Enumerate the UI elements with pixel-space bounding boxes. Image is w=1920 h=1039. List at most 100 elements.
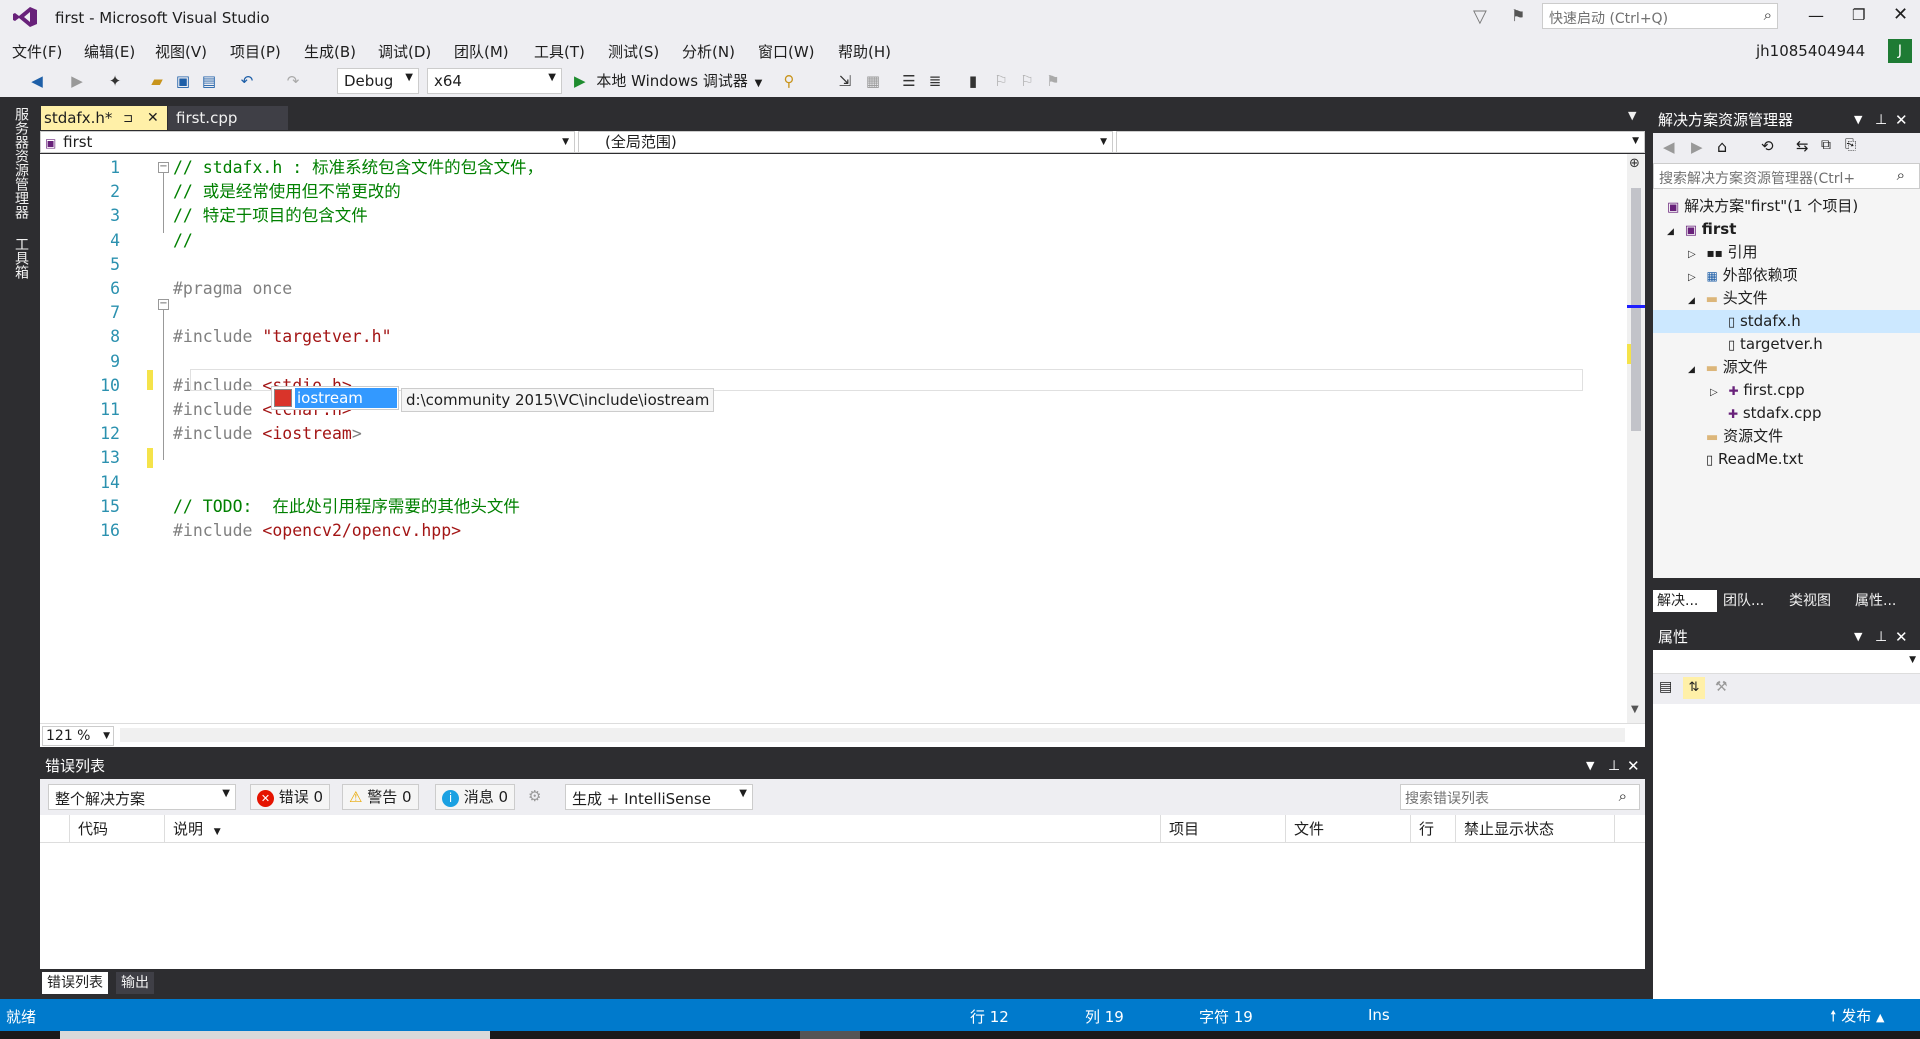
menu-debug[interactable]: 调试(D): [378, 41, 431, 62]
menu-help[interactable]: 帮助(H): [838, 41, 891, 62]
tree-resource-files[interactable]: ▬ 资源文件: [1706, 425, 1783, 448]
tree-stdafx-h[interactable]: ▯ stdafx.h: [1653, 310, 1920, 333]
tree-solution[interactable]: ▣ 解决方案"first"(1 个项目): [1667, 195, 1858, 218]
tree-readme[interactable]: ▯ ReadMe.txt: [1706, 448, 1803, 471]
scroll-thumb[interactable]: [1631, 188, 1641, 431]
next-bookmark-icon[interactable]: ⚐: [1016, 70, 1038, 92]
prev-bookmark-icon[interactable]: ⚐: [990, 70, 1012, 92]
tree-targetver-h[interactable]: ▯ targetver.h: [1728, 333, 1823, 356]
horizontal-scrollbar[interactable]: [120, 728, 1625, 742]
tree-source-files[interactable]: ◢ ▬ 源文件: [1688, 356, 1768, 379]
server-explorer-tab[interactable]: 服务器资源管理器: [11, 107, 29, 219]
save-icon[interactable]: ▣: [172, 70, 194, 92]
run-button[interactable]: ▶ 本地 Windows 调试器 ▼: [574, 70, 762, 92]
property-pages-icon[interactable]: ⚒: [1715, 679, 1728, 695]
sync-icon[interactable]: ⇆: [1796, 137, 1809, 155]
menu-project[interactable]: 项目(P): [230, 41, 281, 62]
project-dropdown[interactable]: ▣ first ▼: [40, 131, 575, 153]
config-select[interactable]: Debug ▼: [337, 68, 419, 94]
step-icon[interactable]: ⇲: [834, 70, 856, 92]
tab-stdafx-h[interactable]: stdafx.h* ⊐ ✕: [41, 106, 167, 130]
undo-icon[interactable]: ↶: [236, 70, 258, 92]
build-filter-select[interactable]: 生成 + IntelliSense ▼: [565, 784, 753, 810]
pin-icon[interactable]: ⊥: [1875, 107, 1887, 133]
column-description[interactable]: 说明 ▼: [165, 815, 1161, 843]
messages-filter-button[interactable]: i 消息 0: [435, 784, 516, 810]
column-suppression[interactable]: 禁止显示状态: [1456, 815, 1615, 843]
code-line[interactable]: // TODO: 在此处引用程序需要的其他头文件: [173, 495, 520, 519]
collapse-icon[interactable]: −: [158, 162, 169, 173]
redo-icon[interactable]: ↷: [282, 70, 304, 92]
pin-icon[interactable]: ⊥: [1875, 624, 1887, 650]
code-line[interactable]: #include "targetver.h": [173, 325, 392, 349]
tab-error-list[interactable]: 错误列表: [42, 972, 108, 994]
alphabetical-icon[interactable]: ⇅: [1683, 677, 1705, 699]
column-code[interactable]: 代码: [70, 815, 165, 843]
indent-icon[interactable]: ☰: [898, 70, 920, 92]
menu-file[interactable]: 文件(F): [12, 41, 62, 62]
forward-icon[interactable]: ▶: [66, 70, 88, 92]
minimize-button[interactable]: —: [1808, 6, 1824, 25]
menu-view[interactable]: 视图(V): [155, 41, 207, 62]
feedback-icon[interactable]: ⚑: [1511, 6, 1525, 25]
categorized-icon[interactable]: ▤: [1659, 679, 1672, 695]
tab-solution[interactable]: 解决...: [1653, 590, 1717, 612]
pin-icon[interactable]: ⊥: [1608, 753, 1620, 779]
code-editor[interactable]: 1 // stdafx.h : 标准系统包含文件的包含文件， 2 // 或是经常使用但…: [40, 154, 1645, 723]
errors-filter-button[interactable]: ✕ 错误 0: [250, 784, 331, 810]
home-icon[interactable]: ⌂: [1717, 137, 1727, 156]
tree-first-cpp[interactable]: ▷ ✚ first.cpp: [1710, 379, 1805, 402]
menu-team[interactable]: 团队(M): [454, 41, 509, 62]
properties-object-select[interactable]: ▼: [1653, 650, 1920, 674]
close-icon[interactable]: ✕: [1895, 107, 1908, 133]
intellisense-popup[interactable]: iostream: [271, 386, 399, 410]
scroll-down-icon[interactable]: ▼: [1631, 704, 1639, 715]
toolbox-tab[interactable]: 工具箱: [11, 237, 29, 279]
code-line[interactable]: #pragma once: [173, 277, 292, 301]
avatar[interactable]: J: [1888, 39, 1912, 63]
split-icon[interactable]: ⊕: [1629, 156, 1640, 171]
pin-icon[interactable]: ⊐: [123, 106, 133, 130]
comment-icon[interactable]: ▦: [862, 70, 884, 92]
back-icon[interactable]: ◀: [1663, 138, 1675, 156]
tab-first-cpp[interactable]: first.cpp: [168, 106, 288, 130]
close-icon[interactable]: ✕: [147, 106, 159, 130]
code-line[interactable]: #include <iostream>: [173, 422, 362, 446]
code-line[interactable]: // stdafx.h : 标准系统包含文件的包含文件，: [173, 156, 543, 180]
menu-analyze[interactable]: 分析(N): [682, 41, 735, 62]
column-file[interactable]: 文件: [1286, 815, 1411, 843]
publish-button[interactable]: 🠕 发布 ▲: [1830, 1005, 1884, 1031]
show-all-files-icon[interactable]: ⎘: [1845, 137, 1856, 153]
vertical-scrollbar[interactable]: ⊕ ▼: [1627, 154, 1645, 723]
collapse-icon[interactable]: −: [158, 299, 169, 310]
menu-tools[interactable]: 工具(T): [534, 41, 585, 62]
menu-edit[interactable]: 编辑(E): [84, 41, 135, 62]
tab-properties[interactable]: 属性...: [1851, 590, 1917, 612]
scope-select[interactable]: 整个解决方案 ▼: [48, 784, 236, 810]
menu-test[interactable]: 测试(S): [608, 41, 659, 62]
dropdown-icon[interactable]: ▼: [1586, 753, 1594, 779]
zoom-select[interactable]: 121 % ▼: [42, 726, 114, 746]
restore-button[interactable]: ❐: [1852, 6, 1865, 24]
tab-output[interactable]: 输出: [116, 972, 154, 994]
code-line[interactable]: #include <opencv2/opencv.hpp>: [173, 519, 461, 543]
bookmark-icon[interactable]: ▮: [962, 70, 984, 92]
warnings-filter-button[interactable]: ⚠ 警告 0: [342, 784, 419, 810]
clear-filter-icon[interactable]: ⚙: [528, 787, 541, 805]
dropdown-icon[interactable]: ▼: [1854, 107, 1862, 133]
save-all-icon[interactable]: ▤: [198, 70, 220, 92]
back-icon[interactable]: ◀: [26, 70, 48, 92]
member-dropdown[interactable]: ▼: [1116, 131, 1645, 153]
tree-stdafx-cpp[interactable]: ✚ stdafx.cpp: [1728, 402, 1821, 425]
tree-header-files[interactable]: ◢ ▬ 头文件: [1688, 287, 1768, 310]
solution-search-input[interactable]: 搜索解决方案资源管理器(Ctrl+ ⌕: [1653, 163, 1920, 189]
history-icon[interactable]: ⟲: [1761, 137, 1774, 155]
user-name[interactable]: jh1085404944: [1756, 42, 1865, 60]
forward-icon[interactable]: ▶: [1691, 138, 1703, 156]
dropdown-icon[interactable]: ▼: [1854, 624, 1862, 650]
code-line[interactable]: // 特定于项目的包含文件: [173, 204, 368, 228]
code-line[interactable]: //: [173, 229, 193, 253]
menu-build[interactable]: 生成(B): [304, 41, 356, 62]
new-project-icon[interactable]: ✦: [104, 70, 126, 92]
close-icon[interactable]: ✕: [1895, 624, 1908, 650]
